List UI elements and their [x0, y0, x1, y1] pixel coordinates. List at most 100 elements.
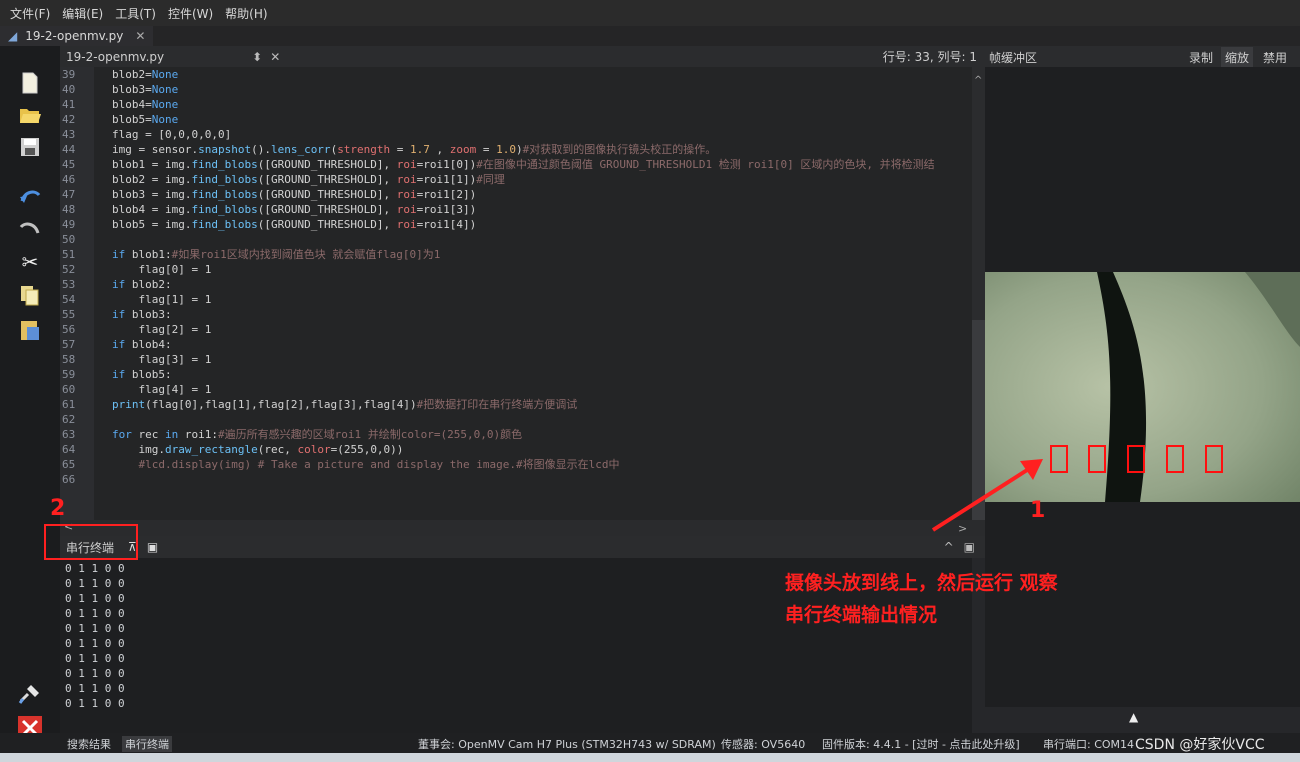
line-number: 41 — [62, 98, 76, 111]
terminal-line: 0 1 1 0 0 — [65, 652, 125, 665]
scroll-up-icon[interactable]: ^ — [974, 75, 982, 86]
code-line: 66 — [60, 472, 972, 487]
code-text: if blob3: — [112, 308, 172, 321]
code-line: 49 blob5 = img.find_blobs([GROUND_THRESHO… — [60, 217, 972, 232]
code-text: blob5 = img.find_blobs([GROUND_THRESHOLD… — [112, 218, 477, 231]
line-number: 65 — [62, 458, 76, 471]
redo-icon[interactable] — [18, 216, 42, 240]
cursor-position: 行号: 33, 列号: 1 — [882, 50, 977, 64]
left-toolbar: ✂ — [0, 46, 60, 762]
paste-icon[interactable] — [18, 318, 42, 342]
tab-document[interactable]: ◢ 19-2-openmv.py ✕ — [0, 26, 154, 46]
editor-horizontal-scrollbar[interactable]: < > — [60, 520, 985, 536]
line-number: 59 — [62, 368, 76, 381]
terminal-line: 0 1 1 0 0 — [65, 637, 125, 650]
annotation-text-line1: 摄像头放到线上，然后运行 观察 — [785, 572, 1058, 594]
connect-icon[interactable] — [18, 681, 42, 705]
annotation-arrow — [931, 459, 1043, 532]
copy-icon[interactable] — [18, 284, 42, 308]
code-line: 45 blob1 = img.find_blobs([GROUND_THRESHO… — [60, 157, 972, 172]
code-line: 48 blob4 = img.find_blobs([GROUND_THRESHO… — [60, 202, 972, 217]
editor-filename[interactable]: 19-2-openmv.py — [66, 50, 164, 64]
code-text: img = sensor.snapshot().lens_corr(streng… — [112, 143, 717, 156]
code-line: 46 blob2 = img.find_blobs([GROUND_THRESHO… — [60, 172, 972, 187]
menu-widgets[interactable]: 控件(W) — [168, 5, 213, 22]
code-text: blob5=None — [112, 113, 179, 126]
document-tabs: ◢ 19-2-openmv.py ✕ — [0, 26, 1300, 46]
save-icon[interactable] — [18, 135, 42, 159]
line-number: 66 — [62, 473, 76, 486]
code-line: 63 for rec in roi1:#遍历所有感兴趣的区域roi1 并绘制col… — [60, 427, 972, 442]
histogram-toggle-bar[interactable]: ▲ — [985, 707, 1300, 733]
code-editor[interactable]: 39 blob2=None 40 blob3=None 41 blob4=None 42 bl… — [60, 67, 972, 520]
line-number: 52 — [62, 263, 76, 276]
code-text: blob4=None — [112, 98, 179, 111]
terminal-line: 0 1 1 0 0 — [65, 667, 125, 680]
code-text: img.draw_rectangle(rec, color=(255,0,0)) — [112, 443, 404, 456]
framebuffer-area — [985, 67, 1300, 707]
menu-tools[interactable]: 工具(T) — [115, 5, 156, 22]
annotation-box — [44, 524, 138, 560]
code-line: 65 #lcd.display(img) # Take a picture an… — [60, 457, 972, 472]
line-number: 46 — [62, 173, 76, 186]
save-terminal-icon[interactable]: ▣ — [147, 540, 158, 554]
code-line: 58 flag[3] = 1 — [60, 352, 972, 367]
undo-icon[interactable] — [18, 184, 42, 208]
code-text: flag = [0,0,0,0,0] — [112, 128, 232, 141]
code-line: 39 blob2=None — [60, 67, 972, 82]
terminal-line: 0 1 1 0 0 — [65, 697, 125, 710]
line-number: 64 — [62, 443, 76, 456]
disable-button[interactable]: 禁用 — [1263, 49, 1287, 66]
line-number: 53 — [62, 278, 76, 291]
code-text: print(flag[0],flag[1],flag[2],flag[3],fl… — [112, 398, 578, 411]
zoom-button[interactable]: 缩放 — [1221, 47, 1254, 68]
cut-icon[interactable]: ✂ — [18, 250, 42, 274]
code-text: blob3=None — [112, 83, 179, 96]
code-text: if blob4: — [112, 338, 172, 351]
code-line: 56 flag[2] = 1 — [60, 322, 972, 337]
line-number: 51 — [62, 248, 76, 261]
code-text: flag[2] = 1 — [112, 323, 212, 336]
line-number: 56 — [62, 323, 76, 336]
terminal-line: 0 1 1 0 0 — [65, 577, 125, 590]
terminal-line: 0 1 1 0 0 — [65, 592, 125, 605]
code-text: for rec in roi1:#遍历所有感兴趣的区域roi1 并绘制color… — [112, 428, 523, 441]
annotation-text-line2: 串行终端输出情况 — [785, 604, 938, 626]
code-line: 60 flag[4] = 1 — [60, 382, 972, 397]
terminal-line: 0 1 1 0 0 — [65, 622, 125, 635]
menu-help[interactable]: 帮助(H) — [225, 5, 267, 22]
line-number: 49 — [62, 218, 76, 231]
framebuffer-header: 帧缓冲区 录制 缩放 禁用 — [985, 46, 1300, 68]
line-number: 44 — [62, 143, 76, 156]
line-number: 63 — [62, 428, 76, 441]
search-results-tab[interactable]: 搜索结果 — [67, 736, 111, 752]
open-folder-icon[interactable] — [18, 103, 42, 127]
close-icon[interactable]: ✕ — [270, 50, 280, 64]
code-line: 40 blob3=None — [60, 82, 972, 97]
menu-edit[interactable]: 编辑(E) — [62, 5, 103, 22]
line-number: 48 — [62, 203, 76, 216]
chevron-updown-icon[interactable]: ⬍ — [252, 50, 262, 64]
code-line: 64 img.draw_rectangle(rec, color=(255,0,… — [60, 442, 972, 457]
code-line: 41 blob4=None — [60, 97, 972, 112]
code-line: 57 if blob4: — [60, 337, 972, 352]
expand-up-icon[interactable]: ▲ — [1129, 710, 1138, 724]
menu-file[interactable]: 文件(F) — [10, 5, 50, 22]
new-file-icon[interactable] — [18, 71, 42, 95]
close-icon[interactable]: ✕ — [135, 29, 145, 43]
line-number: 54 — [62, 293, 76, 306]
code-text: if blob5: — [112, 368, 172, 381]
terminal-line: 0 1 1 0 0 — [65, 682, 125, 695]
line-number: 40 — [62, 83, 76, 96]
line-number: 58 — [62, 353, 76, 366]
code-text: if blob1:#如果roi1区域内找到阈值色块 就会赋值flag[0]为1 — [112, 248, 441, 261]
annotation-label-1: 1 — [1030, 498, 1046, 523]
code-line: 51 if blob1:#如果roi1区域内找到阈值色块 就会赋值flag[0]为… — [60, 247, 972, 262]
serial-terminal-tab[interactable]: 串行终端 — [122, 736, 172, 752]
sensor-info: 传感器: OV5640 — [721, 738, 806, 751]
firmware-info[interactable]: 固件版本: 4.4.1 - [过时 - 点击此处升级] — [822, 736, 1020, 752]
code-text: flag[1] = 1 — [112, 293, 212, 306]
terminal-header: 串行终端 ⊼ ▣ ^ ▣ — [60, 536, 985, 558]
code-line: 42 blob5=None — [60, 112, 972, 127]
record-button[interactable]: 录制 — [1189, 49, 1213, 66]
